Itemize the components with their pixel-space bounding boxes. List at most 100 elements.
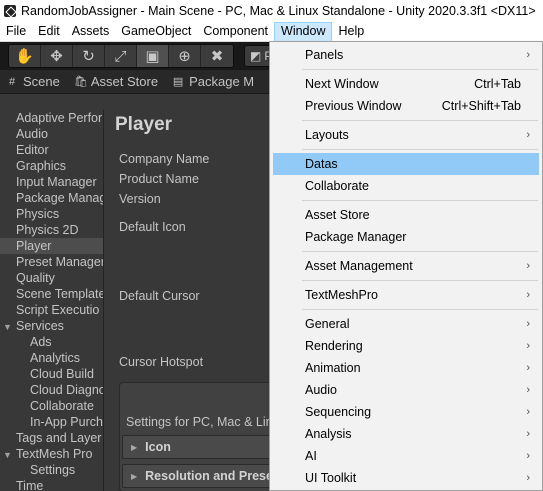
- window-menu-item-audio[interactable]: Audio ›: [273, 379, 539, 401]
- window-menu-item-textmeshpro[interactable]: TextMeshPro ›: [273, 284, 539, 306]
- scale-tool-button[interactable]: ⤢: [105, 45, 137, 67]
- settings-for-label: Settings for PC, Mac & Lin: [126, 415, 273, 429]
- window-menu-item-previous-window[interactable]: Previous Window Ctrl+Shift+Tab: [273, 95, 539, 117]
- category-label: Cloud Build: [30, 367, 94, 381]
- settings-category-cloud-build[interactable]: Cloud Build: [0, 366, 103, 382]
- settings-category-physics-2d[interactable]: Physics 2D: [0, 222, 103, 238]
- menu-window[interactable]: Window: [274, 21, 333, 42]
- menu-item-label: Package Manager: [305, 230, 407, 244]
- window-menu-item-layouts[interactable]: Layouts ›: [273, 124, 539, 146]
- menu-item-shortcut: Ctrl+Shift+Tab: [441, 99, 521, 113]
- settings-category-ads[interactable]: Ads: [0, 334, 103, 350]
- settings-category-package-manag[interactable]: Package Manag: [0, 190, 103, 206]
- window-menu-item-ai[interactable]: AI ›: [273, 445, 539, 467]
- resolution-foldout-label: Resolution and Prese: [145, 469, 273, 483]
- transform-tools: ✋ ✥ ↻ ⤢ ▣ ⊕ ✖: [8, 44, 234, 68]
- submenu-arrow-icon: ›: [526, 384, 530, 396]
- tab-scene[interactable]: # Scene: [0, 70, 68, 94]
- category-label: Collaborate: [30, 399, 94, 413]
- settings-category-quality[interactable]: Quality: [0, 270, 103, 286]
- menu-separator: [302, 200, 538, 201]
- settings-category-audio[interactable]: Audio: [0, 126, 103, 142]
- settings-category-physics[interactable]: Physics: [0, 206, 103, 222]
- window-menu-item-panels[interactable]: Panels ›: [273, 44, 539, 66]
- expand-caret-icon[interactable]: ▼: [3, 447, 16, 462]
- window-menu-item-animation[interactable]: Animation ›: [273, 357, 539, 379]
- settings-category-input-manager[interactable]: Input Manager: [0, 174, 103, 190]
- tab-asset-store[interactable]: 🛍 Asset Store: [68, 70, 166, 94]
- expand-caret-icon[interactable]: ▼: [3, 319, 16, 334]
- settings-category-analytics[interactable]: Analytics: [0, 350, 103, 366]
- menu-component[interactable]: Component: [197, 22, 274, 42]
- company-name-label: Company Name: [119, 152, 210, 166]
- menu-item-label: Asset Store: [305, 208, 370, 222]
- tab-package-manager[interactable]: ▤ Package M: [166, 70, 262, 94]
- menu-item-label: Audio: [305, 383, 337, 397]
- menu-gameobject[interactable]: GameObject: [115, 22, 197, 42]
- window-menu-item-collaborate[interactable]: Collaborate: [273, 175, 539, 197]
- menu-separator: [302, 251, 538, 252]
- settings-category-textmesh-pro[interactable]: ▼ TextMesh Pro: [0, 446, 103, 462]
- menu-help[interactable]: Help: [332, 22, 370, 42]
- settings-category-cloud-diagno[interactable]: Cloud Diagno: [0, 382, 103, 398]
- transform-tool-button[interactable]: ⊕: [169, 45, 201, 67]
- settings-category-list: Adaptive Perfor Audio Editor Graphics Input …: [0, 110, 104, 491]
- tab-label: Scene: [23, 74, 60, 89]
- settings-category-time[interactable]: Time: [0, 478, 103, 491]
- hand-tool-button[interactable]: ✋: [9, 45, 41, 67]
- category-label: TextMesh Pro: [16, 447, 93, 461]
- menu-item-label: Collaborate: [305, 179, 369, 193]
- window-menu-item-asset-store[interactable]: Asset Store: [273, 204, 539, 226]
- page-title: Player: [115, 114, 173, 135]
- category-label: Cloud Diagno: [30, 383, 103, 397]
- asset-store-tab-icon: 🛍: [73, 76, 88, 88]
- window-menu-item-rendering[interactable]: Rendering ›: [273, 335, 539, 357]
- settings-category-preset-manager[interactable]: Preset Manager: [0, 254, 103, 270]
- menu-edit[interactable]: Edit: [32, 22, 66, 42]
- settings-category-collaborate[interactable]: Collaborate: [0, 398, 103, 414]
- window-menu-item-sequencing[interactable]: Sequencing ›: [273, 401, 539, 423]
- submenu-arrow-icon: ›: [526, 340, 530, 352]
- title-bar: RandomJobAssigner - Main Scene - PC, Mac…: [0, 0, 543, 22]
- settings-category-in-app-purch[interactable]: In-App Purch: [0, 414, 103, 430]
- settings-category-player[interactable]: Player: [0, 238, 103, 254]
- custom-tool-button[interactable]: ✖: [201, 45, 233, 67]
- window-menu-item-general[interactable]: General ›: [273, 313, 539, 335]
- window-menu-item-asset-management[interactable]: Asset Management ›: [273, 255, 539, 277]
- window-menu-item-next-window[interactable]: Next Window Ctrl+Tab: [273, 73, 539, 95]
- submenu-arrow-icon: ›: [526, 289, 530, 301]
- submenu-arrow-icon: ›: [526, 129, 530, 141]
- menu-file[interactable]: File: [0, 22, 32, 42]
- settings-category-editor[interactable]: Editor: [0, 142, 103, 158]
- settings-category-tags-and-layer[interactable]: Tags and Layer: [0, 430, 103, 446]
- window-menu-item-ui-toolkit[interactable]: UI Toolkit ›: [273, 467, 539, 489]
- category-label: Scene Template: [16, 287, 103, 301]
- settings-category-graphics[interactable]: Graphics: [0, 158, 103, 174]
- menu-item-label: Animation: [305, 361, 361, 375]
- menu-item-label: General: [305, 317, 350, 331]
- window-menu-item-datas[interactable]: Datas: [273, 153, 539, 175]
- custom-tool-icon: ✖: [210, 48, 224, 65]
- settings-category-script-executio[interactable]: Script Executio: [0, 302, 103, 318]
- settings-category-services[interactable]: ▼ Services: [0, 318, 103, 334]
- category-label: Physics: [16, 207, 60, 221]
- scene-tab-icon: #: [8, 75, 16, 88]
- category-label: Analytics: [30, 351, 81, 365]
- settings-category-adaptive-perfor[interactable]: Adaptive Perfor: [0, 110, 103, 126]
- window-menu-dropdown: Panels › Next Window Ctrl+Tab Previous Windo…: [269, 41, 543, 491]
- rect-tool-icon: ▣: [145, 48, 160, 65]
- menu-item-label: Sequencing: [305, 405, 372, 419]
- foldout-arrow-icon: ▶: [131, 471, 138, 481]
- menu-separator: [302, 69, 538, 70]
- menu-item-label: Panels: [305, 48, 344, 62]
- move-tool-button[interactable]: ✥: [41, 45, 73, 67]
- rect-tool-button[interactable]: ▣: [137, 45, 169, 67]
- rotate-tool-button[interactable]: ↻: [73, 45, 105, 67]
- menu-assets[interactable]: Assets: [66, 22, 116, 42]
- default-cursor-label: Default Cursor: [119, 289, 200, 303]
- settings-category-settings[interactable]: Settings: [0, 462, 103, 478]
- window-menu-item-package-manager[interactable]: Package Manager: [273, 226, 539, 248]
- settings-category-scene-template[interactable]: Scene Template: [0, 286, 103, 302]
- submenu-arrow-icon: ›: [526, 428, 530, 440]
- window-menu-item-analysis[interactable]: Analysis ›: [273, 423, 539, 445]
